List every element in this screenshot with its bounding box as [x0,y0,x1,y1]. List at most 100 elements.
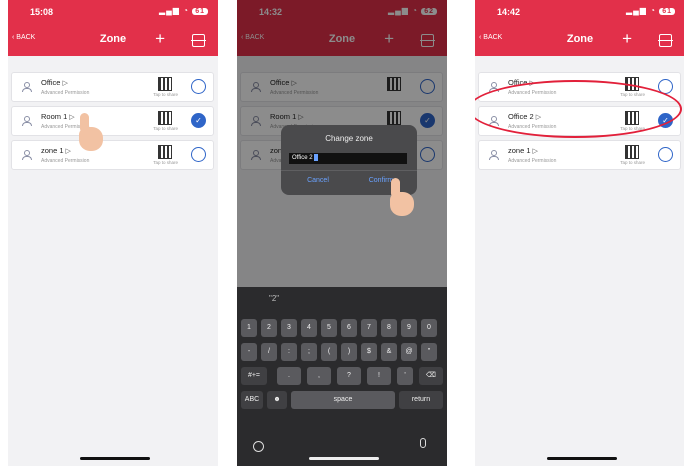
battery-level: 61 [192,8,208,15]
key-8[interactable]: 8 [381,319,397,337]
zone-permission: Advanced Permission [41,90,90,96]
tap-hand-icon [74,113,104,153]
key-at[interactable]: @ [401,343,417,361]
key-period[interactable]: . [277,367,301,385]
key-hyphen[interactable]: - [241,343,257,361]
home-indicator [309,457,379,460]
dialog-divider [281,170,417,171]
key-space[interactable]: space [291,391,395,409]
zone-radio[interactable] [191,147,206,162]
key-quote[interactable]: " [421,343,437,361]
home-indicator [547,457,617,460]
key-question[interactable]: ? [337,367,361,385]
key-6[interactable]: 6 [341,319,357,337]
zone-permission: Advanced Permission [508,158,557,164]
user-icon [21,150,32,160]
scan-icon[interactable] [658,34,673,47]
key-9[interactable]: 9 [401,319,417,337]
zone-list: Office ▷ Advanced Permission Tap to share… [8,72,218,174]
battery-level: 61 [659,8,675,15]
share-label: Tap to share [153,126,178,131]
page-title: Zone [99,33,127,45]
key-slash[interactable]: / [261,343,277,361]
tap-hand-icon [385,178,415,218]
qr-code-icon[interactable] [158,145,172,159]
key-1[interactable]: 1 [241,319,257,337]
key-0[interactable]: 0 [421,319,437,337]
home-indicator [80,457,150,460]
key-row-3: #+= . , ? ! ' ⌫ [237,367,447,387]
key-dollar[interactable]: $ [361,343,377,361]
key-3[interactable]: 3 [281,319,297,337]
edit-icon[interactable]: ▷ [62,80,67,87]
qr-code-icon[interactable] [158,77,172,91]
zone-card[interactable]: zone 1 ▷ Advanced Permission Tap to share [11,140,214,170]
zone-card[interactable]: Room 1 ▷ Advanced Permission Tap to share… [11,106,214,136]
key-colon[interactable]: : [281,343,297,361]
zone-radio-checked[interactable]: ✓ [191,113,206,128]
scan-icon[interactable] [191,34,206,47]
key-open-paren[interactable]: ( [321,343,337,361]
key-row-2: - / : ; ( ) $ & @ " [237,343,447,363]
edit-icon[interactable]: ▷ [66,148,71,155]
suggestion-item[interactable]: "2" [269,294,279,303]
key-semicolon[interactable]: ; [301,343,317,361]
dialog-title: Change zone [325,134,373,143]
signal-wifi-battery-icon: ▂▄▆ ◔ 61 [626,6,675,15]
emoji-icon[interactable]: ☻ [267,391,287,409]
share-label: Tap to share [620,160,645,165]
backspace-icon[interactable]: ⌫ [419,367,443,385]
status-bar: 14:42 ▂▄▆ ◔ 61 [475,0,684,24]
zone-name: zone 1▷ [508,146,538,155]
add-zone-icon[interactable]: + [155,29,165,49]
phone-screen-1: 15:08 ▂▄▆ ◔ 61 ‹ BACK Zone + Office ▷ Adv… [8,0,218,466]
share-label: Tap to share [153,160,178,165]
user-icon [488,150,499,160]
user-icon [21,82,32,92]
key-comma[interactable]: , [307,367,331,385]
zone-card[interactable]: Office ▷ Advanced Permission Tap to share [11,72,214,102]
cancel-button[interactable]: Cancel [289,177,347,184]
highlight-ring [475,80,682,138]
zone-radio[interactable] [191,79,206,94]
zone-permission: Advanced Permission [41,158,90,164]
edit-icon[interactable]: ▷ [533,148,538,155]
key-row-4: ABC ☻ space return [237,391,447,411]
status-bar: 15:08 ▂▄▆ ◔ 61 [8,0,218,24]
add-zone-icon[interactable]: + [622,29,632,49]
user-icon [21,116,32,126]
text-cursor [313,153,318,161]
key-ampersand[interactable]: & [381,343,397,361]
nav-bar: ‹ BACK Zone + [8,24,218,56]
status-time: 14:42 [497,7,521,17]
zone-name: zone 1▷ [41,146,71,155]
zone-name: Office ▷ [41,78,68,87]
key-exclamation[interactable]: ! [367,367,391,385]
globe-icon[interactable] [253,441,264,452]
zone-name-input[interactable]: Office 2 [289,153,407,164]
zone-card[interactable]: zone 1 ▷ Advanced Permission Tap to share [478,140,681,170]
key-4[interactable]: 4 [301,319,317,337]
key-row-1: 1 2 3 4 5 6 7 8 9 0 [237,319,447,339]
keyboard-suggestion-bar: "2" [237,287,447,309]
keyboard: "2" 1 2 3 4 5 6 7 8 9 0 - / : ; ( ) $ & … [237,287,447,466]
microphone-icon[interactable] [420,438,426,448]
key-apostrophe[interactable]: ' [397,367,413,385]
zone-name: Room 1 ▷ [41,112,75,121]
phone-screen-3: 14:42 ▂▄▆ ◔ 61 ‹ BACK Zone + Office ▷ Adv… [475,0,684,466]
key-return[interactable]: return [399,391,443,409]
phone-screen-2: 14:32 ▂▄▆ ◔ 62 ‹ BACK Zone + Office ▷ Adv… [237,0,447,466]
key-close-paren[interactable]: ) [341,343,357,361]
signal-wifi-battery-icon: ▂▄▆ ◔ 61 [159,6,208,15]
key-symbols[interactable]: #+= [241,367,267,385]
qr-code-icon[interactable] [625,145,639,159]
page-title: Zone [566,33,594,45]
qr-code-icon[interactable] [158,111,172,125]
zone-radio[interactable] [658,147,673,162]
key-7[interactable]: 7 [361,319,377,337]
share-label: Tap to share [153,92,178,97]
key-5[interactable]: 5 [321,319,337,337]
key-abc[interactable]: ABC [241,391,263,409]
key-2[interactable]: 2 [261,319,277,337]
status-time: 15:08 [30,7,54,17]
